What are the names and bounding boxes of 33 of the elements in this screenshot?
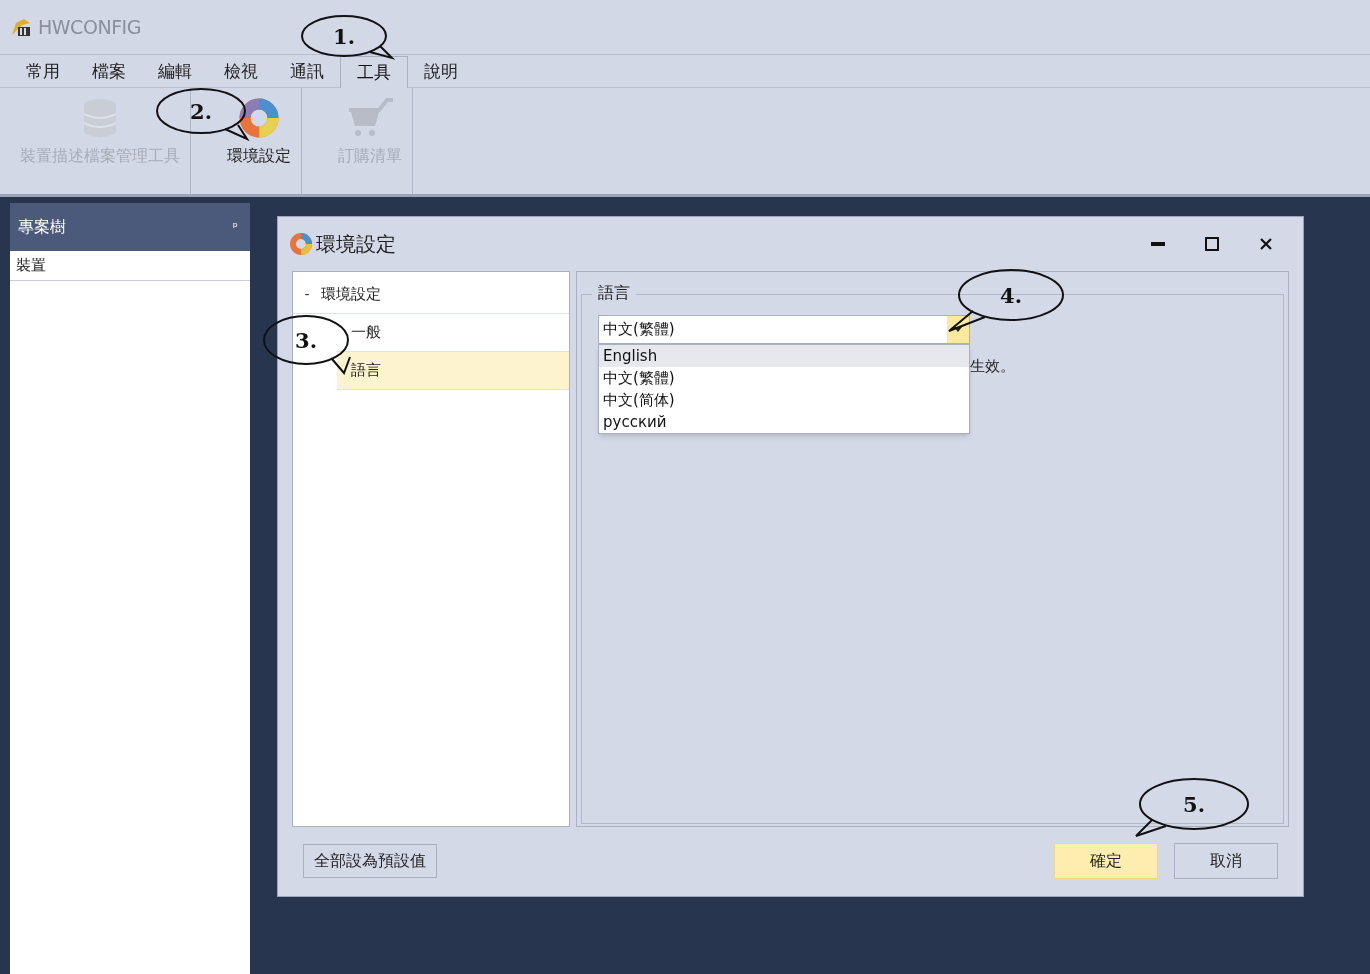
caret-icon xyxy=(954,327,962,332)
pin-button[interactable]: ᵖ xyxy=(228,218,242,236)
minimize-icon xyxy=(1151,241,1165,247)
color-wheel-icon xyxy=(239,96,279,138)
dropdown-option[interactable]: English xyxy=(599,345,969,367)
language-dropdown[interactable]: 中文(繁體) xyxy=(598,315,970,344)
dropdown-value: 中文(繁體) xyxy=(603,319,676,341)
maximize-icon xyxy=(1205,237,1219,251)
ok-button[interactable]: 確定 xyxy=(1054,843,1158,879)
panel-title: 專案樹 xyxy=(18,216,66,238)
tree-item[interactable]: 一般 xyxy=(351,321,381,344)
ribbon-button[interactable]: 環境設定 xyxy=(217,88,302,194)
ribbon-tab[interactable]: 工具 xyxy=(340,56,408,88)
tree-item[interactable]: 語言 xyxy=(351,359,381,382)
app-title: HWCONFIG xyxy=(38,14,141,40)
cancel-button[interactable]: 取消 xyxy=(1174,843,1278,879)
color-wheel-icon xyxy=(290,233,312,255)
ribbon-tab[interactable]: 常用 xyxy=(10,57,76,87)
note-text: 生效。 xyxy=(970,356,1015,377)
ribbon-tab[interactable]: 檔案 xyxy=(76,57,142,87)
ribbon-tab[interactable]: 說明 xyxy=(408,57,474,87)
cart-icon xyxy=(347,96,393,138)
collapse-toggle[interactable]: - xyxy=(299,284,315,305)
ribbon-tab[interactable]: 編輯 xyxy=(142,57,208,87)
ribbon-tab[interactable]: 通訊 xyxy=(274,57,340,87)
dropdown-option[interactable]: 中文(简体) xyxy=(599,389,969,411)
reset-defaults-button[interactable]: 全部設為預設值 xyxy=(303,844,437,878)
dropdown-option[interactable]: русский xyxy=(599,411,969,433)
tree-item[interactable]: 環境設定 xyxy=(321,283,381,306)
dialog-title: 環境設定 xyxy=(316,231,396,258)
dropdown-option[interactable]: 中文(繁體) xyxy=(599,367,969,389)
close-icon xyxy=(1260,238,1272,250)
ribbon-tab[interactable]: 檢視 xyxy=(208,57,274,87)
